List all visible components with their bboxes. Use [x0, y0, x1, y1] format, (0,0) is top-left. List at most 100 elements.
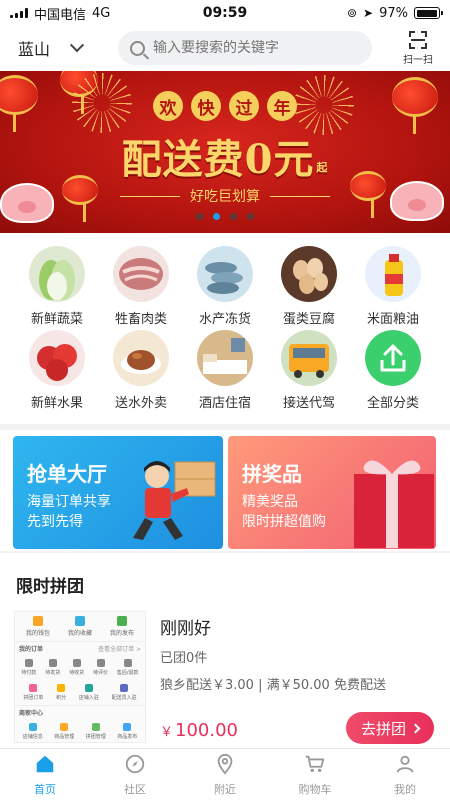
thumb-row: 拼团订单 积分 店铺入驻 配送员入驻 — [15, 680, 145, 705]
orientation-lock-icon: ⊚ — [346, 6, 358, 20]
order-icon — [48, 659, 57, 667]
carousel-dot[interactable] — [230, 213, 237, 220]
wallet-icon — [32, 616, 43, 626]
tab-3[interactable]: 购物车 — [270, 749, 360, 800]
prize-group-line2: 限时拼超值购 — [242, 514, 326, 530]
prize-group-card[interactable]: 拼奖品 精美奖品 限时拼超值购 — [228, 436, 436, 549]
banner-top-chars: 欢 快 过 年 — [0, 91, 450, 121]
thumb-cell: 待评价 — [93, 659, 108, 676]
thumb-label: 拼团管理 — [85, 734, 106, 740]
grab-order-line2: 先到先得 — [27, 514, 83, 530]
category-label: 新鲜水果 — [30, 396, 83, 411]
order-icon — [123, 659, 132, 667]
group-icon — [91, 723, 100, 731]
category-label: 水产冻货 — [198, 312, 251, 327]
tab-0[interactable]: 首页 — [0, 749, 90, 800]
thumb-cell: 积分 — [56, 684, 66, 701]
tab-label: 购物车 — [298, 782, 332, 796]
category-item[interactable]: 新鲜蔬菜 — [15, 246, 99, 330]
category-item[interactable]: 新鲜水果 — [15, 330, 99, 414]
thumb-cell: 商品管理 — [54, 723, 74, 740]
category-item[interactable]: 米面粮油 — [351, 246, 435, 330]
category-label: 米面粮油 — [366, 312, 419, 327]
scan-label: 扫一扫 — [403, 54, 433, 66]
prize-group-title: 拼奖品 — [242, 462, 302, 486]
city-selector[interactable]: 蓝山 — [18, 36, 118, 60]
category-label: 接送代驾 — [282, 396, 335, 411]
join-group-button[interactable]: 去拼团 — [346, 712, 434, 744]
battery-label: 97% — [379, 5, 408, 21]
banner-headline: 配送费0元起 — [0, 127, 450, 185]
city-label: 蓝山 — [18, 40, 51, 59]
tab-1[interactable]: 社区 — [90, 749, 180, 800]
status-time: 09:59 — [202, 5, 248, 21]
order-icon — [24, 659, 33, 667]
takeout-icon — [113, 330, 169, 386]
grab-order-card[interactable]: 抢单大厅 海量订单共享 先到先得 — [13, 436, 223, 549]
product-name[interactable]: 刚刚好 — [160, 614, 211, 639]
cart-icon — [304, 753, 326, 778]
thumb-row: 我的钱包 我的收藏 我的发布 — [15, 612, 145, 641]
category-item[interactable]: 全部分类 — [351, 330, 435, 414]
thumb-cell: 店铺入驻 — [79, 684, 99, 701]
goods-icon — [60, 723, 69, 731]
product-joined-count: 已团0件 — [160, 651, 208, 666]
category-item[interactable]: 蛋类豆腐 — [267, 246, 351, 330]
thumb-cell: 待收货 — [69, 659, 84, 676]
tab-label: 附近 — [214, 782, 236, 796]
thumb-label: 待收货 — [69, 670, 85, 676]
bus-icon — [281, 330, 337, 386]
thumb-cell: 拼团管理 — [86, 723, 106, 740]
banner-char: 快 — [191, 91, 221, 121]
order-icon — [84, 684, 93, 692]
banner-char: 欢 — [153, 91, 183, 121]
search-header: 蓝山 扫一扫 — [0, 26, 450, 70]
vegetables-icon — [29, 246, 85, 302]
thumb-orders-title: 我的订单 — [19, 646, 44, 653]
tab-2[interactable]: 附近 — [180, 749, 270, 800]
battery-icon — [414, 7, 443, 19]
search-icon — [130, 40, 145, 56]
prize-group-line1: 精美奖品 — [242, 494, 298, 510]
thumb-label: 店铺入驻 — [78, 695, 99, 701]
thumb-label: 商品管理 — [54, 734, 75, 740]
category-item[interactable]: 酒店住宿 — [183, 330, 267, 414]
thumb-label: 我的发布 — [109, 630, 134, 637]
section-divider — [0, 551, 450, 553]
promo-banner[interactable]: 欢 快 过 年 配送费0元起 好吃巨划算 — [0, 71, 450, 233]
tab-4[interactable]: 我的 — [360, 749, 450, 800]
thumb-label: 拼团订单 — [23, 695, 44, 701]
thumb-row: 店铺信息 商品管理 拼团管理 商品发布 — [15, 719, 145, 742]
star-icon — [74, 616, 85, 626]
product-thumbnail[interactable]: 我的钱包 我的收藏 我的发布 我的订单 查看全部订单 > 待付款 待发货 待收货… — [14, 611, 146, 743]
thumb-cell: 待付款 — [21, 659, 36, 676]
thumb-cell: 我的发布 — [110, 616, 134, 637]
send-icon — [123, 723, 132, 731]
carousel-dot[interactable] — [247, 213, 254, 220]
scan-icon — [409, 30, 427, 49]
thumb-label: 配送员入驻 — [111, 695, 137, 701]
tab-label: 首页 — [34, 782, 56, 796]
category-item[interactable]: 送水外卖 — [99, 330, 183, 414]
battery-fill — [416, 9, 437, 17]
thumb-label: 店铺信息 — [22, 734, 43, 740]
scan-button[interactable]: 扫一扫 — [396, 30, 440, 66]
thumb-label: 商品发布 — [117, 734, 138, 740]
tab-label: 我的 — [394, 782, 416, 796]
fruit-icon — [29, 330, 85, 386]
carrier-label: 中国电信 — [34, 7, 87, 23]
carousel-dot[interactable] — [196, 213, 203, 220]
location-pin-icon — [214, 753, 236, 778]
carousel-dot[interactable] — [213, 213, 220, 220]
thumb-cell: 售后/退款 — [117, 659, 139, 676]
search-bar[interactable] — [118, 31, 372, 65]
oil-icon — [365, 246, 421, 302]
carousel-dots[interactable] — [0, 213, 450, 220]
category-item[interactable]: 牲畜肉类 — [99, 246, 183, 330]
banner-subline-text: 好吃巨划算 — [190, 189, 260, 205]
thumb-label: 积分 — [56, 695, 67, 701]
gift-box-icon — [354, 460, 434, 548]
category-item[interactable]: 接送代驾 — [267, 330, 351, 414]
category-item[interactable]: 水产冻货 — [183, 246, 267, 330]
search-input[interactable] — [153, 40, 353, 56]
